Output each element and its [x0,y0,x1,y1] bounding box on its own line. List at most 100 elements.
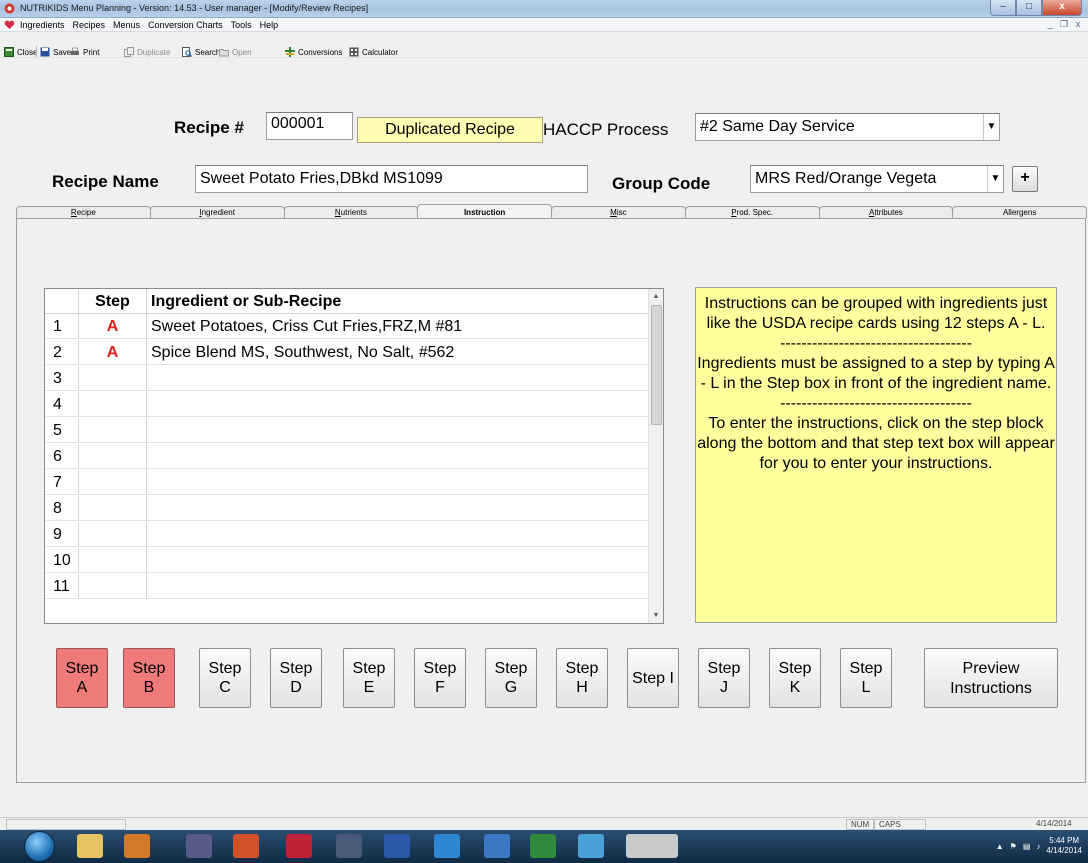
excel-icon[interactable] [530,834,556,858]
step-cell[interactable] [79,392,147,416]
scroll-up-arrow-icon[interactable]: ▲ [649,289,663,304]
menu-ingredients[interactable]: Ingredients [20,20,65,30]
explorer-icon[interactable] [77,834,103,858]
step-cell[interactable] [79,574,147,598]
maximize-button[interactable]: □ [1016,0,1042,16]
tray-arrow-icon[interactable]: ▲ [996,842,1004,851]
preview-instructions-button[interactable]: Preview Instructions [924,648,1058,708]
notepad-icon[interactable] [484,834,510,858]
recipe-name-field[interactable]: Sweet Potato Fries,DBkd MS1099 [195,165,588,193]
close-window-button[interactable]: x [1042,0,1082,16]
start-button[interactable] [24,831,55,862]
ingredient-cell[interactable]: Sweet Potatoes, Criss Cut Fries,FRZ,M #8… [147,314,462,338]
people-icon[interactable] [578,834,604,858]
minimize-button[interactable]: – [990,0,1016,16]
network-icon[interactable]: ▤ [1023,842,1031,851]
menu-menus[interactable]: Menus [113,20,140,30]
duplicate-button[interactable]: Duplicate [124,46,170,58]
tab-allergens[interactable]: Allergens [952,206,1087,218]
step-button[interactable]: Step I [627,648,679,708]
ingredient-cell[interactable] [147,392,151,416]
search-button[interactable]: Search [182,46,220,58]
step-cell[interactable] [79,522,147,546]
tab-recipe[interactable]: Recipe [16,206,151,218]
step-button[interactable]: Step G [485,648,537,708]
step-cell[interactable] [79,418,147,442]
ingredient-cell[interactable] [147,574,151,598]
table-row[interactable]: 2 A Spice Blend MS, Southwest, No Salt, #5… [45,340,649,365]
step-button[interactable]: Step A [56,648,108,708]
step-button[interactable]: Step B [123,648,175,708]
ingredient-cell[interactable] [147,444,151,468]
table-row[interactable]: 9 [45,522,649,547]
recipe-number-field[interactable]: 000001 [266,112,353,140]
chevron-down-icon[interactable]: ▼ [983,114,999,140]
conversions-button[interactable]: Conversions [285,46,342,58]
media-player-icon[interactable] [124,834,150,858]
menu-help[interactable]: Help [260,20,279,30]
step-cell[interactable] [79,470,147,494]
grid-scrollbar[interactable]: ▲ ▼ [648,289,663,623]
open-button[interactable]: Open [219,46,252,58]
table-row[interactable]: 4 [45,392,649,417]
print-button[interactable]: Print [70,46,99,58]
step-button[interactable]: Step D [270,648,322,708]
step-button[interactable]: Step C [199,648,251,708]
step-cell[interactable] [79,366,147,390]
scroll-down-arrow-icon[interactable]: ▼ [649,608,663,623]
tab-nutrients[interactable]: Nutrients [283,206,419,218]
flag-icon[interactable]: ⚑ [1010,842,1017,851]
table-row[interactable]: 10 [45,548,649,573]
ingredient-cell[interactable] [147,548,151,572]
ingredient-cell[interactable]: Spice Blend MS, Southwest, No Salt, #562 [147,340,454,364]
mdi-close-button[interactable]: x [1072,19,1084,30]
chevron-down-icon[interactable]: ▼ [987,166,1003,192]
group-code-select[interactable]: MRS Red/Orange Vegeta ▼ [750,165,1004,193]
step-button[interactable]: Step H [556,648,608,708]
tab-misc[interactable]: Misc [551,206,686,218]
scroll-thumb[interactable] [651,305,662,425]
tab-ingredient[interactable]: Ingredient [149,206,285,218]
internet-explorer-icon[interactable] [434,834,460,858]
save-button[interactable]: Save [40,46,71,58]
powerpoint-icon[interactable] [233,834,259,858]
word-icon[interactable] [384,834,410,858]
volume-icon[interactable]: ♪ [1036,842,1040,851]
add-group-code-button[interactable]: + [1012,166,1038,192]
close-button[interactable]: Close [4,46,37,58]
step-cell[interactable] [79,496,147,520]
step-button[interactable]: Step F [414,648,466,708]
ingredient-cell[interactable] [147,522,151,546]
step-button[interactable]: Step J [698,648,750,708]
ingredient-cell[interactable] [147,418,151,442]
table-row[interactable]: 8 [45,496,649,521]
ingredient-cell[interactable] [147,496,151,520]
ingredient-step-grid[interactable]: Step Ingredient or Sub-Recipe 1 A Sweet Po… [44,288,664,624]
app-icon-shortcut[interactable] [336,834,362,858]
app-icon-shortcut[interactable] [186,834,212,858]
tab-instruction[interactable]: Instruction [417,204,552,218]
tray-clock[interactable]: 5:44 PM 4/14/2014 [1046,836,1082,856]
app-menu-icon[interactable] [4,20,15,30]
step-cell[interactable]: A [79,314,147,338]
menu-conversion-charts[interactable]: Conversion Charts [148,20,223,30]
nutrikids-icon[interactable] [286,834,312,858]
step-cell[interactable] [79,548,147,572]
haccp-process-select[interactable]: #2 Same Day Service ▼ [695,113,1000,141]
step-button[interactable]: Step K [769,648,821,708]
step-button[interactable]: Step E [343,648,395,708]
step-cell[interactable] [79,444,147,468]
table-row[interactable]: 3 [45,366,649,391]
step-cell[interactable]: A [79,340,147,364]
mdi-restore-button[interactable]: ❐ [1058,19,1070,30]
ingredient-cell[interactable] [147,366,151,390]
menu-recipes[interactable]: Recipes [73,20,106,30]
table-row[interactable]: 1 A Sweet Potatoes, Criss Cut Fries,FRZ,M … [45,314,649,339]
active-app-icon[interactable] [626,834,678,858]
tab-attributes[interactable]: Attributes [818,206,954,218]
calculator-button[interactable]: Calculator [349,46,398,58]
menu-tools[interactable]: Tools [231,20,252,30]
table-row[interactable]: 6 [45,444,649,469]
table-row[interactable]: 5 [45,418,649,443]
ingredient-cell[interactable] [147,470,151,494]
